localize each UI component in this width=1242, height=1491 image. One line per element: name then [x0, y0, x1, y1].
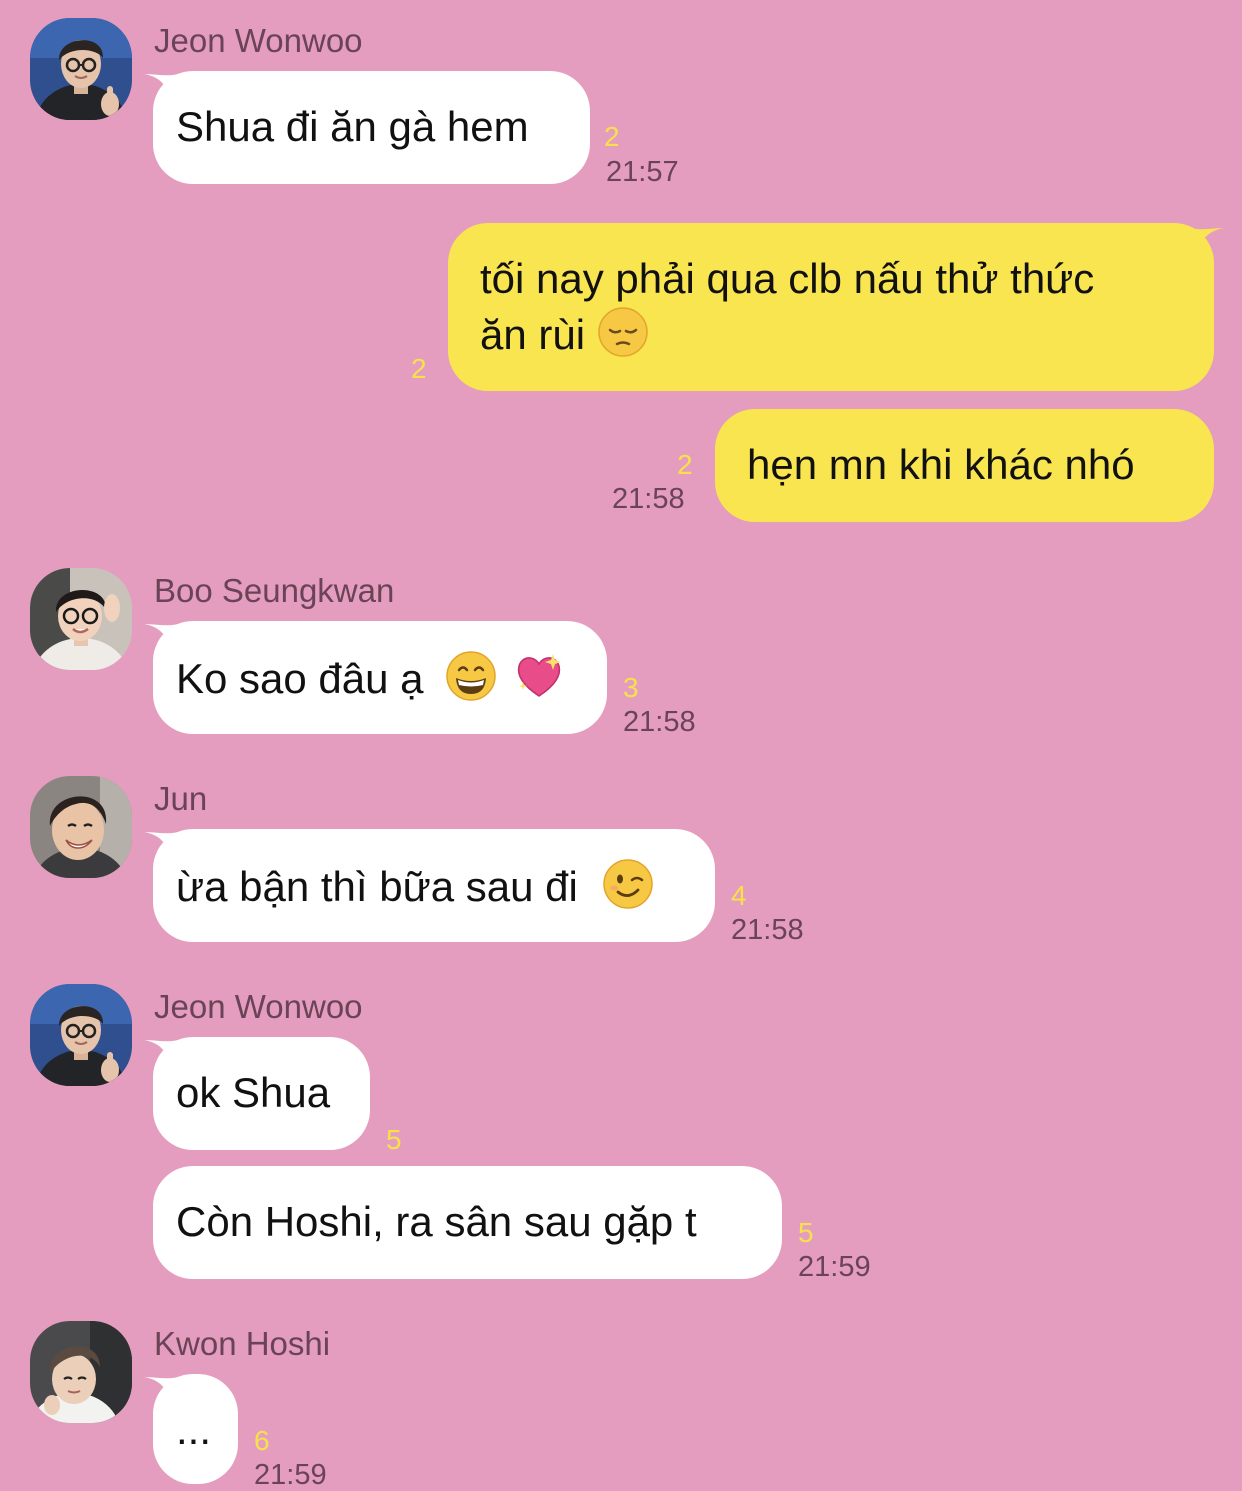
pensive-face-icon [597, 306, 649, 358]
message-text-line: tối nay phải qua clb nấu thử thức [480, 255, 1095, 302]
unread-count: 5 [798, 1217, 814, 1248]
message-bubble[interactable]: Ko sao đâu ạ [153, 621, 607, 734]
person-avatar-icon [30, 984, 132, 1086]
message-time: 21:59 [254, 1459, 327, 1491]
person-avatar-icon [30, 776, 132, 878]
avatar-jeon-wonwoo[interactable] [30, 984, 132, 1086]
sender-name: Kwon Hoshi [154, 1325, 331, 1362]
sender-name: Jeon Wonwoo [154, 988, 363, 1025]
avatar-jeon-wonwoo[interactable] [30, 18, 132, 120]
unread-count: 3 [623, 672, 639, 703]
message-bubble[interactable]: Shua đi ăn gà hem [153, 71, 590, 184]
person-avatar-icon [30, 18, 132, 120]
message-text: hẹn mn khi khác nhó [747, 441, 1135, 488]
message-bubble[interactable]: ... [153, 1374, 238, 1484]
message-text: ... [176, 1406, 212, 1453]
message-time: 21:59 [798, 1251, 871, 1283]
unread-count: 2 [411, 353, 427, 384]
message-bubble[interactable]: Còn Hoshi, ra sân sau gặp t [153, 1166, 782, 1279]
message-bubble[interactable]: hẹn mn khi khác nhó [715, 409, 1214, 522]
message-time: 21:57 [606, 156, 679, 188]
message-text: Ko sao đâu ạ [176, 655, 424, 702]
person-avatar-icon [30, 568, 132, 670]
message-time: 21:58 [731, 914, 804, 946]
message-text-line: ăn rùi [480, 311, 586, 358]
unread-count: 2 [604, 121, 620, 152]
message-time: 21:58 [623, 706, 696, 738]
avatar-jun[interactable] [30, 776, 132, 878]
sender-name: Jeon Wonwoo [154, 22, 363, 59]
message-time: 21:58 [612, 483, 685, 515]
message-text: ok Shua [176, 1069, 331, 1116]
grinning-face-icon [445, 650, 497, 702]
unread-count: 2 [677, 449, 693, 480]
message-bubble[interactable]: tối nay phải qua clb nấu thử thức ăn rùi [448, 223, 1214, 391]
message-bubble[interactable]: ừa bận thì bữa sau đi [153, 829, 715, 942]
sender-name: Jun [154, 780, 208, 817]
unread-count: 6 [254, 1425, 270, 1456]
unread-count: 5 [386, 1124, 402, 1155]
message-text: Còn Hoshi, ra sân sau gặp t [176, 1198, 697, 1245]
message-text: Shua đi ăn gà hem [176, 103, 529, 150]
person-avatar-icon [30, 1321, 132, 1423]
message-text: ừa bận thì bữa sau đi [176, 863, 578, 910]
winking-face-icon [602, 858, 654, 910]
avatar-kwon-hoshi[interactable] [30, 1321, 132, 1423]
avatar-boo-seungkwan[interactable] [30, 568, 132, 670]
sparkling-heart-icon [513, 650, 565, 702]
sender-name: Boo Seungkwan [154, 572, 395, 609]
message-bubble[interactable]: ok Shua [153, 1037, 370, 1150]
unread-count: 4 [731, 880, 747, 911]
